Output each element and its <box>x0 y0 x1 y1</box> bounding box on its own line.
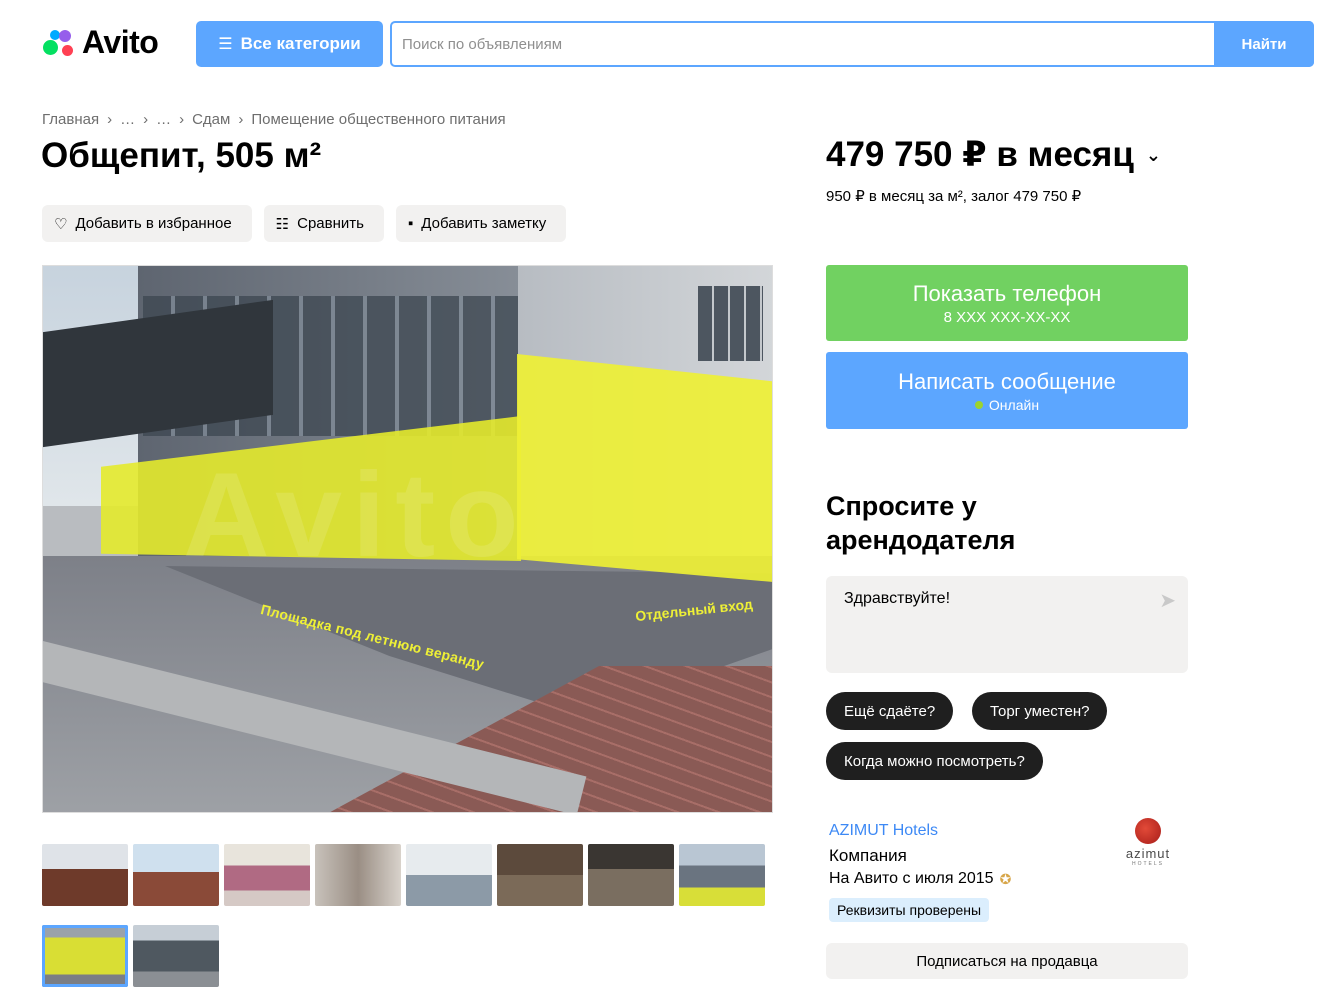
add-note-label: Добавить заметку <box>421 215 547 232</box>
subscribe-seller-button[interactable]: Подписаться на продавца <box>826 943 1188 979</box>
compare-button[interactable]: ☷ Сравнить <box>263 205 384 242</box>
price-main: 479 750 ₽ в месяц <box>826 135 1134 174</box>
search-bar: Найти <box>390 21 1314 67</box>
compare-label: Сравнить <box>297 215 364 232</box>
quick-question-chip[interactable]: Когда можно посмотреть? <box>826 742 1043 780</box>
compare-icon: ☷ <box>275 215 290 233</box>
note-icon: ▪ <box>407 215 414 232</box>
ask-message-text: Здравствуйте! <box>844 590 951 607</box>
add-favorite-label: Добавить в избранное <box>75 215 232 232</box>
seller-logo[interactable]: azimut HOTELS <box>1112 818 1184 874</box>
categories-search-icon: ☰ <box>218 36 233 53</box>
listing-title: Общепит, 505 м² <box>41 136 322 175</box>
send-icon[interactable]: ➤ <box>1159 588 1176 613</box>
write-message-label: Написать сообщение <box>898 368 1116 394</box>
add-note-button[interactable]: ▪ Добавить заметку <box>395 205 567 242</box>
thumbnail[interactable] <box>42 844 128 906</box>
thumbnail[interactable] <box>224 844 310 906</box>
online-dot-icon <box>974 400 983 409</box>
seller-logo-word: azimut <box>1125 846 1171 861</box>
show-phone-button[interactable]: Показать телефон 8 XXX XXX-XX-XX <box>826 265 1188 341</box>
main-photo[interactable]: Avito Площадка под летнюю веранду Отдель… <box>42 265 773 813</box>
listing-actions: ♡ Добавить в избранное ☷ Сравнить ▪ Доба… <box>42 205 567 242</box>
show-phone-label: Показать телефон <box>912 280 1102 306</box>
all-categories-label: Все категории <box>240 34 361 53</box>
breadcrumb-item[interactable]: Сдам <box>192 111 230 128</box>
phone-masked: 8 XXX XXX-XX-XX <box>943 308 1071 326</box>
photo-thumbnails <box>42 844 773 987</box>
medal-icon: ✪ <box>999 870 1012 887</box>
thumbnail[interactable] <box>133 844 219 906</box>
all-categories-button[interactable]: ☰ Все категории <box>196 21 383 67</box>
thumbnail-active[interactable] <box>42 925 128 987</box>
thumbnail[interactable] <box>588 844 674 906</box>
ask-seller-title: Спросите у арендодателя <box>826 491 1016 555</box>
breadcrumb-item[interactable]: … <box>156 111 171 128</box>
seller-name-link[interactable]: AZIMUT Hotels <box>829 822 938 840</box>
price-details: 950 ₽ в месяц за м², залог 479 750 ₽ <box>826 188 1082 205</box>
breadcrumb-chevron-icon: › <box>238 111 244 128</box>
seller-logo-sub: HOTELS <box>1131 861 1164 867</box>
quick-question-chip[interactable]: Ещё сдаёте? <box>826 692 954 730</box>
breadcrumb-chevron-icon: › <box>179 111 185 128</box>
breadcrumb-item[interactable]: … <box>120 111 135 128</box>
logo-dots-icon <box>42 25 78 61</box>
verified-badge: Реквизиты проверены <box>829 898 990 922</box>
seller-type: Компания <box>829 846 907 865</box>
avito-logo[interactable]: Avito <box>42 24 159 61</box>
thumbnail[interactable] <box>497 844 583 906</box>
online-status-label: Онлайн <box>988 396 1040 413</box>
write-message-button[interactable]: Написать сообщение Онлайн <box>826 352 1188 429</box>
seller-since-text: На Авито с июля 2015 <box>829 870 994 887</box>
breadcrumb-item[interactable]: Помещение общественного питания <box>251 111 505 128</box>
breadcrumb: Главная › … › … › Сдам › Помещение общес… <box>42 111 506 128</box>
search-input[interactable] <box>392 23 1214 65</box>
online-status: Онлайн <box>974 396 1040 413</box>
azimut-logo-icon <box>1135 818 1161 844</box>
thumbnail[interactable] <box>679 844 765 906</box>
photo-watermark: Avito <box>183 448 529 582</box>
thumbnail[interactable] <box>406 844 492 906</box>
breadcrumb-chevron-icon: › <box>107 111 113 128</box>
thumbnail[interactable] <box>315 844 401 906</box>
search-button[interactable]: Найти <box>1214 21 1314 67</box>
heart-icon: ♡ <box>54 215 68 233</box>
breadcrumb-home[interactable]: Главная <box>42 111 99 128</box>
chevron-down-icon: ⌄ <box>1145 144 1161 165</box>
quick-question-chip[interactable]: Торг уместен? <box>972 692 1108 730</box>
price[interactable]: 479 750 ₽ в месяц ⌄ <box>826 135 1161 175</box>
breadcrumb-chevron-icon: › <box>143 111 149 128</box>
logo-text: Avito <box>82 24 159 60</box>
ask-message-field[interactable]: Здравствуйте! ➤ <box>826 576 1188 673</box>
add-favorite-button[interactable]: ♡ Добавить в избранное <box>42 205 252 242</box>
seller-since: На Авито с июля 2015 ✪ <box>829 870 1011 888</box>
thumbnail[interactable] <box>133 925 219 987</box>
